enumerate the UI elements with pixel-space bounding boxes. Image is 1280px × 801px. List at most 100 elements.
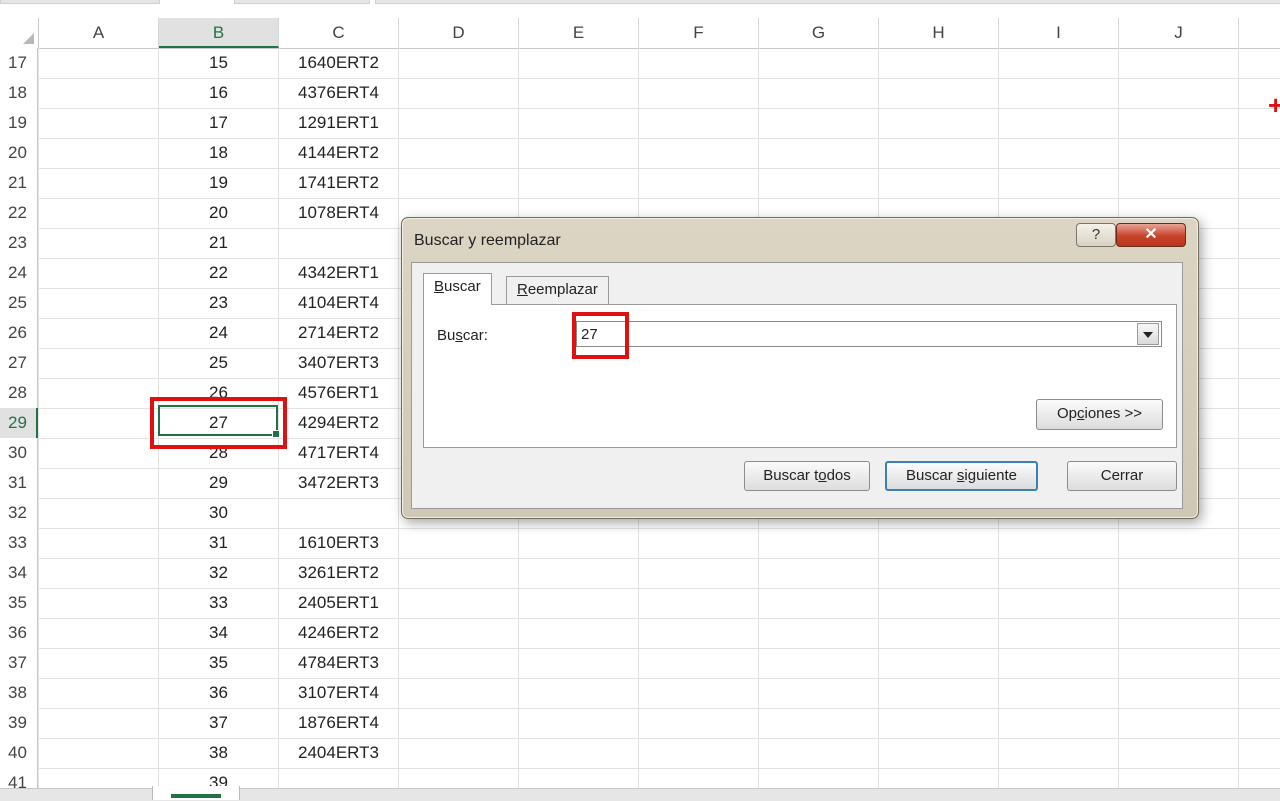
highlight-found-cell bbox=[150, 397, 287, 449]
ribbon-edge bbox=[0, 0, 1280, 18]
cell-b[interactable]: 22 bbox=[159, 258, 278, 288]
row-header[interactable]: 24 bbox=[0, 258, 38, 288]
table-row: 18 16 4376ERT4 bbox=[0, 78, 1280, 109]
row-header[interactable]: 21 bbox=[0, 168, 38, 198]
table-row: 17 15 1640ERT2 bbox=[0, 48, 1280, 79]
cell-b[interactable]: 37 bbox=[159, 708, 278, 738]
row-header[interactable]: 31 bbox=[0, 468, 38, 498]
find-input[interactable] bbox=[576, 321, 1162, 347]
cell-c[interactable]: 3261ERT2 bbox=[279, 558, 398, 588]
table-row: 36 34 4246ERT2 bbox=[0, 618, 1280, 649]
cell-b[interactable]: 29 bbox=[159, 468, 278, 498]
row-header[interactable]: 37 bbox=[0, 648, 38, 678]
column-header-e[interactable]: E bbox=[519, 18, 639, 48]
row-header[interactable]: 28 bbox=[0, 378, 38, 408]
row-header[interactable]: 29 bbox=[0, 408, 38, 438]
cell-c[interactable]: 2405ERT1 bbox=[279, 588, 398, 618]
row-header[interactable]: 27 bbox=[0, 348, 38, 378]
cell-c[interactable]: 4376ERT4 bbox=[279, 78, 398, 108]
cell-c[interactable]: 1876ERT4 bbox=[279, 708, 398, 738]
cell-b[interactable]: 15 bbox=[159, 48, 278, 78]
row-header[interactable]: 22 bbox=[0, 198, 38, 228]
cell-c[interactable]: 1741ERT2 bbox=[279, 168, 398, 198]
column-header-d[interactable]: D bbox=[399, 18, 519, 48]
row-header[interactable]: 25 bbox=[0, 288, 38, 318]
cell-c[interactable] bbox=[279, 228, 398, 258]
column-header-c[interactable]: C bbox=[279, 18, 399, 48]
cell-c[interactable]: 2404ERT3 bbox=[279, 738, 398, 768]
cell-b[interactable]: 32 bbox=[159, 558, 278, 588]
row-header[interactable]: 30 bbox=[0, 438, 38, 468]
cell-c[interactable] bbox=[279, 498, 398, 528]
cell-b[interactable]: 35 bbox=[159, 648, 278, 678]
cell-c[interactable]: 4246ERT2 bbox=[279, 618, 398, 648]
help-button[interactable]: ? bbox=[1076, 223, 1116, 247]
row-header[interactable]: 20 bbox=[0, 138, 38, 168]
row-header[interactable]: 26 bbox=[0, 318, 38, 348]
column-header-b[interactable]: B bbox=[159, 18, 279, 48]
tab-buscar[interactable]: Buscar bbox=[423, 273, 492, 305]
close-icon[interactable]: ✕ bbox=[1116, 223, 1186, 247]
tab-reemplazar[interactable]: Reemplazar bbox=[506, 276, 609, 304]
cell-c[interactable]: 4784ERT3 bbox=[279, 648, 398, 678]
column-header-f[interactable]: F bbox=[639, 18, 759, 48]
cell-b[interactable]: 34 bbox=[159, 618, 278, 648]
row-header[interactable]: 33 bbox=[0, 528, 38, 558]
column-header-h[interactable]: H bbox=[879, 18, 999, 48]
cell-c[interactable]: 4104ERT4 bbox=[279, 288, 398, 318]
cell-b[interactable]: 31 bbox=[159, 528, 278, 558]
cell-b[interactable]: 20 bbox=[159, 198, 278, 228]
select-all-corner[interactable] bbox=[0, 18, 39, 48]
row-header[interactable]: 23 bbox=[0, 228, 38, 258]
cell-b[interactable]: 21 bbox=[159, 228, 278, 258]
row-header[interactable]: 19 bbox=[0, 108, 38, 138]
cell-c[interactable]: 1610ERT3 bbox=[279, 528, 398, 558]
cell-c[interactable]: 4717ERT4 bbox=[279, 438, 398, 468]
row-header[interactable]: 35 bbox=[0, 588, 38, 618]
cell-c[interactable]: 1640ERT2 bbox=[279, 48, 398, 78]
cell-c[interactable]: 3407ERT3 bbox=[279, 348, 398, 378]
sheet-tab-active[interactable] bbox=[152, 786, 240, 800]
cell-b[interactable]: 19 bbox=[159, 168, 278, 198]
row-header[interactable]: 36 bbox=[0, 618, 38, 648]
row-header[interactable]: 18 bbox=[0, 78, 38, 108]
row-header[interactable]: 39 bbox=[0, 708, 38, 738]
dialog-body: Buscar Reemplazar Buscar: Opciones >> Bu… bbox=[411, 262, 1183, 509]
row-header[interactable]: 40 bbox=[0, 738, 38, 768]
column-header-a[interactable]: A bbox=[39, 18, 159, 48]
cell-c[interactable]: 3107ERT4 bbox=[279, 678, 398, 708]
cell-b[interactable]: 18 bbox=[159, 138, 278, 168]
cell-b[interactable]: 17 bbox=[159, 108, 278, 138]
cell-b[interactable]: 33 bbox=[159, 588, 278, 618]
cell-c[interactable]: 4342ERT1 bbox=[279, 258, 398, 288]
table-row: 37 35 4784ERT3 bbox=[0, 648, 1280, 679]
cell-b[interactable]: 30 bbox=[159, 498, 278, 528]
cell-b[interactable]: 23 bbox=[159, 288, 278, 318]
row-header[interactable]: 38 bbox=[0, 678, 38, 708]
cell-c[interactable]: 4144ERT2 bbox=[279, 138, 398, 168]
options-button[interactable]: Opciones >> bbox=[1036, 399, 1163, 430]
cell-b[interactable]: 38 bbox=[159, 738, 278, 768]
find-all-button[interactable]: Buscar todos bbox=[744, 461, 870, 491]
cell-b[interactable]: 25 bbox=[159, 348, 278, 378]
cell-c[interactable]: 3472ERT3 bbox=[279, 468, 398, 498]
column-header-g[interactable]: G bbox=[759, 18, 879, 48]
cell-b[interactable]: 36 bbox=[159, 678, 278, 708]
cell-c[interactable]: 4294ERT2 bbox=[279, 408, 398, 438]
column-header-i[interactable]: I bbox=[999, 18, 1119, 48]
find-next-button[interactable]: Buscar siguiente bbox=[885, 461, 1038, 491]
cell-b[interactable]: 24 bbox=[159, 318, 278, 348]
table-row: 21 19 1741ERT2 bbox=[0, 168, 1280, 199]
close-button[interactable]: Cerrar bbox=[1067, 461, 1177, 491]
find-history-dropdown[interactable] bbox=[1137, 323, 1159, 345]
cell-c[interactable]: 1078ERT4 bbox=[279, 198, 398, 228]
cell-c[interactable]: 2714ERT2 bbox=[279, 318, 398, 348]
cell-c[interactable]: 1291ERT1 bbox=[279, 108, 398, 138]
cell-b[interactable]: 16 bbox=[159, 78, 278, 108]
cursor-plus-icon: + bbox=[1268, 90, 1280, 120]
row-header[interactable]: 34 bbox=[0, 558, 38, 588]
row-header[interactable]: 17 bbox=[0, 48, 38, 78]
column-header-j[interactable]: J bbox=[1119, 18, 1239, 48]
row-header[interactable]: 32 bbox=[0, 498, 38, 528]
cell-c[interactable]: 4576ERT1 bbox=[279, 378, 398, 408]
